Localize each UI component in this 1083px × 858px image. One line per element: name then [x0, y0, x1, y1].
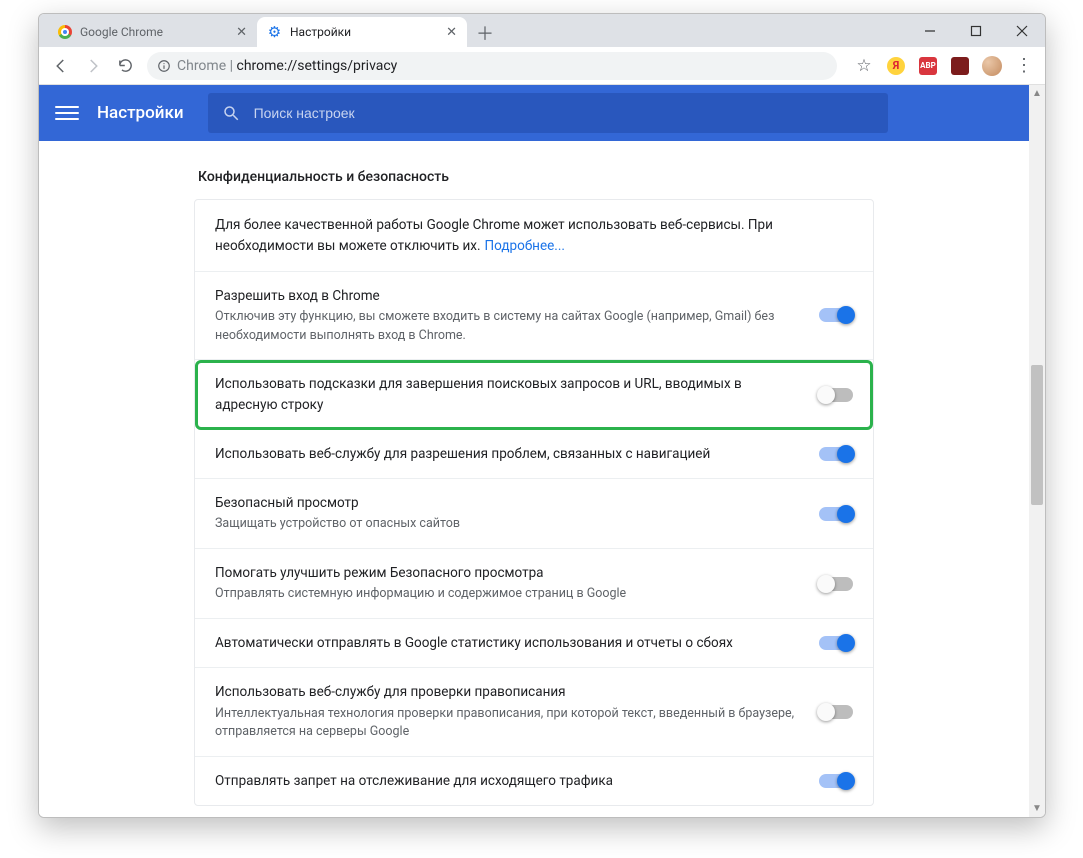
- setting-row: Разрешить вход в ChromeОтключив эту функ…: [195, 272, 873, 361]
- url-scheme: Chrome: [177, 58, 226, 74]
- scroll-down-icon[interactable]: ▼: [1029, 800, 1045, 817]
- tab-strip: Google Chrome ✕ ⚙ Настройки ✕ ＋: [39, 14, 907, 47]
- section-title: Конфиденциальность и безопасность: [194, 169, 874, 199]
- profile-avatar[interactable]: [977, 51, 1007, 81]
- url-text: chrome://settings/privacy: [237, 58, 398, 74]
- tab-label: Google Chrome: [80, 25, 163, 39]
- toggle-switch[interactable]: [819, 636, 853, 650]
- toolbar: Chrome | chrome://settings/privacy ☆ Я A…: [39, 47, 1045, 85]
- titlebar: Google Chrome ✕ ⚙ Настройки ✕ ＋: [39, 14, 1045, 47]
- settings-body: Конфиденциальность и безопасность Для бо…: [39, 141, 1029, 817]
- yandex-extension-icon[interactable]: Я: [881, 51, 911, 81]
- scroll-up-icon[interactable]: ▲: [1029, 85, 1045, 102]
- setting-row: Автоматически отправлять в Google статис…: [195, 619, 873, 668]
- address-bar[interactable]: Chrome | chrome://settings/privacy: [147, 52, 837, 80]
- search-input[interactable]: [254, 105, 874, 121]
- scrollbar[interactable]: ▲ ▼: [1029, 85, 1045, 817]
- setting-row: Использовать подсказки для завершения по…: [195, 360, 873, 430]
- toggle-switch[interactable]: [819, 308, 853, 322]
- maximize-button[interactable]: [953, 14, 999, 47]
- toggle-switch[interactable]: [819, 774, 853, 788]
- toolbar-actions: ☆ Я ABP ⋮: [849, 51, 1039, 81]
- search-icon: [222, 104, 240, 122]
- setting-title: Разрешить вход в Chrome: [215, 286, 803, 306]
- menu-button[interactable]: ⋮: [1009, 55, 1039, 76]
- bookmark-star-icon[interactable]: ☆: [849, 51, 879, 81]
- learn-more-link[interactable]: Подробнее...: [485, 238, 565, 254]
- privacy-section: Конфиденциальность и безопасность Для бо…: [194, 169, 874, 806]
- back-button[interactable]: [45, 50, 77, 82]
- setting-subtitle: Отправлять системную информацию и содерж…: [215, 585, 803, 604]
- browser-window: Google Chrome ✕ ⚙ Настройки ✕ ＋ Chrome |…: [38, 13, 1046, 818]
- toggle-switch[interactable]: [819, 388, 853, 402]
- scroll-thumb[interactable]: [1031, 365, 1043, 505]
- gear-icon: ⚙: [267, 25, 282, 40]
- window-controls: [907, 14, 1045, 47]
- reload-button[interactable]: [109, 50, 141, 82]
- setting-subtitle: Защищать устройство от опасных сайтов: [215, 515, 803, 534]
- setting-subtitle: Отключив эту функцию, вы сможете входить…: [215, 308, 803, 346]
- setting-title: Безопасный просмотр: [215, 493, 803, 513]
- new-tab-button[interactable]: ＋: [471, 19, 499, 47]
- site-info-icon[interactable]: [157, 59, 171, 73]
- tab-settings[interactable]: ⚙ Настройки ✕: [257, 17, 467, 47]
- settings-search[interactable]: [208, 93, 888, 133]
- tab-label: Настройки: [290, 25, 351, 39]
- setting-subtitle: Интеллектуальная технология проверки пра…: [215, 705, 803, 743]
- close-icon[interactable]: ✕: [446, 25, 457, 40]
- settings-header: Настройки: [39, 85, 1029, 141]
- minimize-button[interactable]: [907, 14, 953, 47]
- toggle-switch[interactable]: [819, 577, 853, 591]
- content-viewport: Настройки Конфиденциальность и безопасно…: [39, 85, 1045, 817]
- tab-google-chrome[interactable]: Google Chrome ✕: [47, 17, 257, 47]
- setting-row: Безопасный просмотр Защищать устройство о…: [195, 479, 873, 549]
- close-window-button[interactable]: [999, 14, 1045, 47]
- ublock-extension-icon[interactable]: [945, 51, 975, 81]
- chrome-icon: [57, 25, 72, 40]
- setting-row: Использовать веб-службу для проверки пра…: [195, 668, 873, 757]
- setting-title: Отправлять запрет на отслеживание для ис…: [215, 771, 803, 791]
- setting-row: Отправлять запрет на отслеживание для ис…: [195, 757, 873, 805]
- close-icon[interactable]: ✕: [236, 25, 247, 40]
- toggle-switch[interactable]: [819, 705, 853, 719]
- setting-title: Использовать веб-службу для разрешения п…: [215, 444, 803, 464]
- abp-extension-icon[interactable]: ABP: [913, 51, 943, 81]
- toggle-switch[interactable]: [819, 447, 853, 461]
- setting-title: Помогать улучшить режим Безопасного прос…: [215, 563, 803, 583]
- setting-title: Автоматически отправлять в Google статис…: [215, 633, 803, 653]
- settings-page: Настройки Конфиденциальность и безопасно…: [39, 85, 1029, 817]
- setting-title: Использовать подсказки для завершения по…: [215, 374, 803, 415]
- settings-card: Для более качественной работы Google Chr…: [194, 199, 874, 806]
- forward-button[interactable]: [77, 50, 109, 82]
- menu-icon[interactable]: [55, 101, 79, 125]
- intro-row: Для более качественной работы Google Chr…: [195, 200, 873, 272]
- page-title: Настройки: [97, 103, 184, 123]
- setting-row: Помогать улучшить режим Безопасного прос…: [195, 549, 873, 619]
- setting-row: Использовать веб-службу для разрешения п…: [195, 430, 873, 479]
- toggle-switch[interactable]: [819, 507, 853, 521]
- setting-title: Использовать веб-службу для проверки пра…: [215, 682, 803, 702]
